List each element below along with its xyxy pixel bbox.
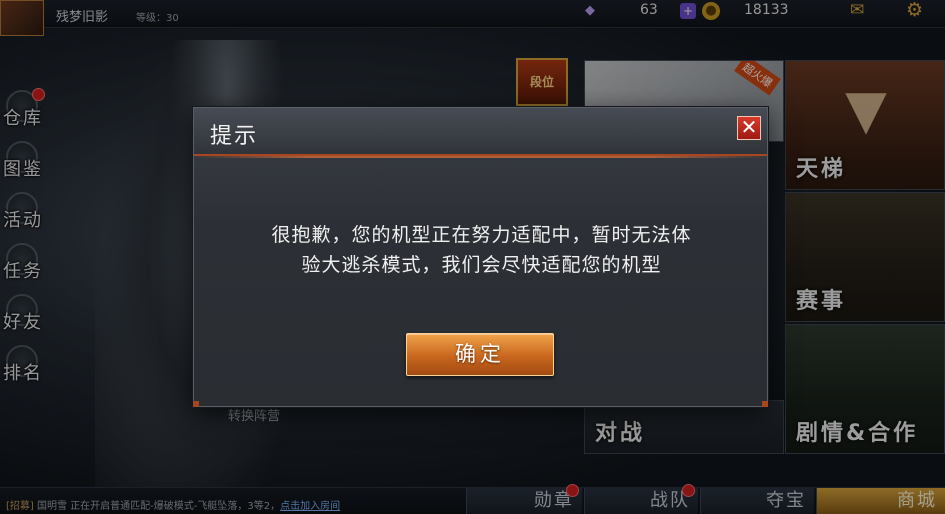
dialog-title: 提示 [210,124,259,149]
dialog-corner [193,401,199,407]
dialog-header: 提示 ✕ [194,108,767,158]
confirm-button[interactable]: 确定 [406,333,554,376]
dialog-message-line: 验大逃杀模式，我们会尽快适配您的机型 [301,254,662,276]
dialog-message: 很抱歉，您的机型正在努力适配中，暂时无法体 验大逃杀模式，我们会尽快适配您的机型 [234,220,729,280]
dialog-corner [762,401,768,407]
notice-dialog: 提示 ✕ 很抱歉，您的机型正在努力适配中，暂时无法体 验大逃杀模式，我们会尽快适… [193,107,768,407]
close-icon[interactable]: ✕ [737,116,761,140]
dialog-message-line: 很抱歉，您的机型正在努力适配中，暂时无法体 [271,224,692,246]
